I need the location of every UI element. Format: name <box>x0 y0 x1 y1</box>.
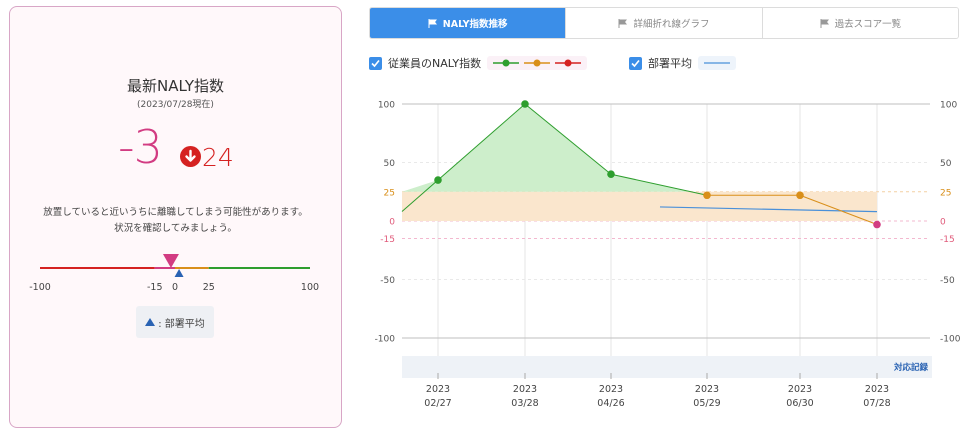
view-tabs: NALY指数推移 詳細折れ線グラフ 過去スコア一覧 <box>369 7 959 39</box>
flag-icon <box>618 18 628 28</box>
employee-data-point <box>703 191 711 200</box>
scale-tick-label: -100 <box>29 282 51 293</box>
naly-scale-gauge: -100 -15 0 25 100 <box>29 254 319 293</box>
dept-swatch <box>698 56 736 70</box>
tab-detail-line-graph[interactable]: 詳細折れ線グラフ <box>566 8 763 38</box>
tab-label: 過去スコア一覧 <box>834 19 902 30</box>
y-axis-tick-left: 50 <box>384 159 396 169</box>
x-tick-year: 2023 <box>695 384 719 395</box>
y-axis-tick-left: 0 <box>389 218 395 228</box>
x-tick-date: 03/28 <box>511 398 538 409</box>
x-tick-date: 07/28 <box>863 398 890 409</box>
x-tick-date: 04/26 <box>597 398 624 409</box>
x-tick-year: 2023 <box>599 384 623 395</box>
flag-icon <box>428 18 437 28</box>
employee-data-point <box>521 100 529 108</box>
message-line-2: 状況を確認してみましょう。 <box>114 223 237 234</box>
tab-label: 詳細折れ線グラフ <box>633 19 710 30</box>
x-tick-date: 05/29 <box>693 398 720 409</box>
latest-score: -3 <box>118 120 163 174</box>
employee-data-point <box>434 176 442 184</box>
y-axis-tick-right: -100 <box>940 335 960 345</box>
y-axis-tick-right: -15 <box>940 235 955 245</box>
arrow-down-circle-icon <box>180 146 201 167</box>
x-tick-year: 2023 <box>426 384 450 395</box>
y-axis-tick-left: -50 <box>380 276 395 286</box>
naly-trend-chart: 100 100 50 50 25 25 0 0 -15 -15 -50 -50 -100 -100 対応記録… <box>375 100 960 409</box>
employee-data-point <box>607 170 615 178</box>
y-axis-tick-left: 25 <box>384 188 395 198</box>
dept-average-marker <box>174 269 184 277</box>
y-axis-tick-right: 0 <box>940 218 946 228</box>
dept-series-checkbox[interactable] <box>629 56 642 70</box>
annotation-label: 対応記録 <box>893 362 929 373</box>
x-tick-date: 02/27 <box>424 398 451 409</box>
y-axis-tick-right: 50 <box>940 159 952 169</box>
card-title: 最新NALY指数 <box>126 77 224 95</box>
scale-tick-label: -15 <box>147 282 163 293</box>
employee-legend: 従業員のNALY指数 <box>369 53 588 73</box>
check-icon <box>631 59 640 67</box>
dept-line-swatch-icon <box>704 62 730 64</box>
dept-marker-triangle-icon <box>145 318 156 326</box>
y-axis-tick-right: 25 <box>940 188 951 198</box>
y-axis-tick-left: -100 <box>375 335 396 345</box>
check-icon <box>371 59 380 67</box>
x-tick-year: 2023 <box>788 384 812 395</box>
scale-tick-label: 0 <box>172 282 178 293</box>
dept-average-legend: : 部署平均 <box>136 306 214 338</box>
series-swatches <box>487 56 588 70</box>
message-line-1: 放置していると近いうちに離職してしまう可能性があります。 <box>43 207 308 218</box>
y-axis-tick-right: 100 <box>940 101 957 111</box>
employee-score-marker <box>162 254 179 268</box>
tab-past-scores[interactable]: 過去スコア一覧 <box>762 8 958 38</box>
y-axis-tick-left: -15 <box>380 235 395 245</box>
y-axis-tick-left: 100 <box>378 101 395 111</box>
orange-band-area <box>402 191 877 221</box>
dept-legend: 部署平均 <box>629 53 736 73</box>
x-tick-year: 2023 <box>865 384 889 395</box>
x-tick-year: 2023 <box>513 384 537 395</box>
employee-data-point <box>796 191 804 200</box>
employee-series-label: 従業員のNALY指数 <box>388 57 482 70</box>
as-of-date: (2023/07/28現在) <box>137 100 214 110</box>
series-color-swatch-icon <box>493 59 582 67</box>
y-axis-tick-right: -50 <box>940 276 955 286</box>
employee-series-checkbox[interactable] <box>369 56 382 70</box>
score-delta: 24 <box>202 143 234 172</box>
tab-label: NALY指数推移 <box>442 19 508 30</box>
dept-legend-label: : 部署平均 <box>158 318 205 330</box>
x-tick-date: 06/30 <box>786 398 813 409</box>
green-area <box>402 104 691 192</box>
status-message: 放置していると近いうちに離職してしまう可能性があります。 状況を確認してみましょ… <box>9 205 342 237</box>
scale-tick-label: 100 <box>301 282 319 293</box>
employee-data-point <box>873 220 881 229</box>
annotation-band <box>402 356 932 378</box>
flag-icon <box>820 18 829 28</box>
tab-naly-trend[interactable]: NALY指数推移 <box>370 8 567 38</box>
scale-tick-label: 25 <box>203 282 215 293</box>
dept-series-label: 部署平均 <box>648 57 692 70</box>
